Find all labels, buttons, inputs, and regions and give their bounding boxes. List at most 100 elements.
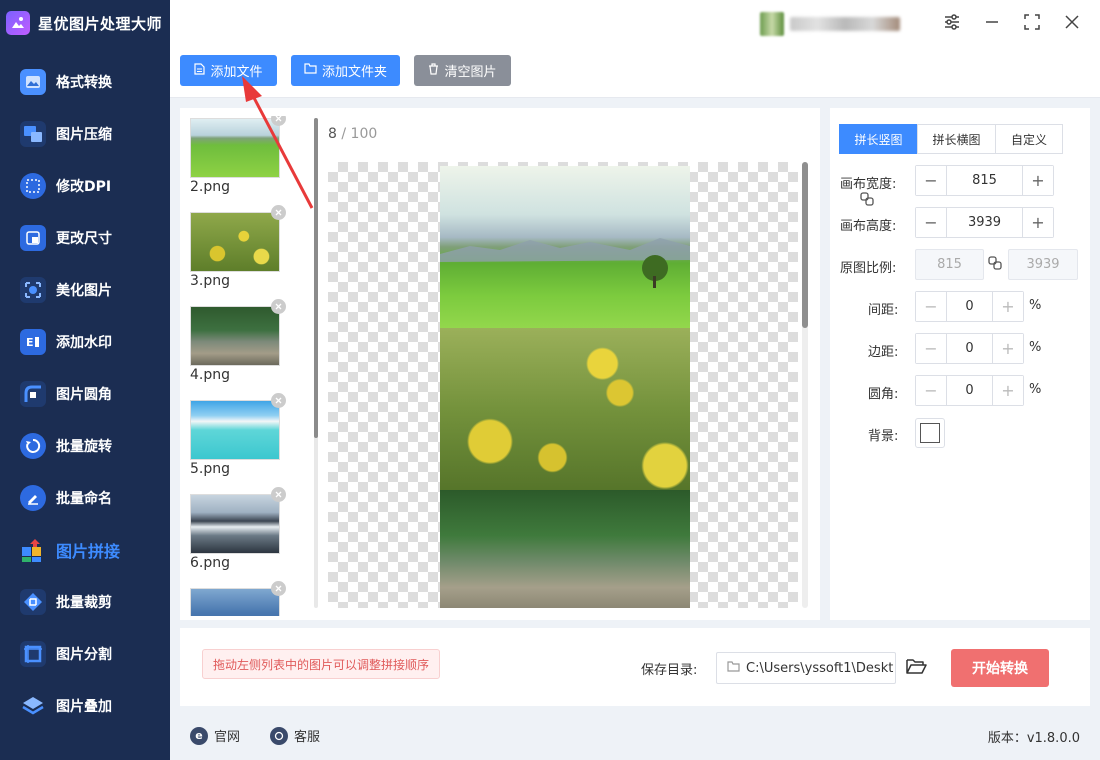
margin-input[interactable]: 0	[946, 334, 993, 363]
sidebar-item-stitch[interactable]: 图片拼接	[0, 528, 170, 572]
scrollbar-thumb[interactable]	[802, 162, 808, 328]
add-folder-button[interactable]: 添加文件夹	[291, 55, 400, 86]
canvas-height-stepper: − 3939 +	[915, 207, 1054, 238]
add-file-button[interactable]: 添加文件	[180, 55, 277, 86]
scrollbar-thumb[interactable]	[314, 118, 318, 438]
add-folder-label: 添加文件夹	[321, 65, 387, 80]
round-corner-icon	[20, 381, 46, 407]
sidebar-item-format-convert[interactable]: 格式转换	[0, 60, 170, 104]
workspace: 2.png 3.png 4.png 5.png 6.png 8 / 100	[180, 108, 820, 620]
brand: 星优图片处理大师	[6, 8, 162, 38]
sidebar-item-watermark[interactable]: E 添加水印	[0, 320, 170, 364]
reorder-hint: 拖动左侧列表中的图片可以调整拼接顺序	[202, 649, 441, 679]
sidebar-item-overlay[interactable]: 图片叠加	[0, 684, 170, 728]
clear-images-button[interactable]: 清空图片	[414, 55, 511, 86]
corner-stepper: − 0 +	[915, 375, 1024, 406]
file-icon	[194, 62, 206, 79]
settings-button[interactable]	[938, 10, 966, 38]
counter-separator: /	[336, 126, 351, 142]
remove-image-button[interactable]	[271, 487, 286, 502]
list-item[interactable]: 2.png	[190, 116, 286, 198]
image-list[interactable]: 2.png 3.png 4.png 5.png 6.png	[188, 116, 288, 616]
decrement-button[interactable]: −	[916, 334, 946, 363]
support-link[interactable]: 客服	[270, 726, 320, 745]
save-path-field[interactable]: C:\Users\yssoft1\Deskt	[716, 652, 896, 684]
minimize-button[interactable]	[978, 10, 1006, 38]
tab-custom[interactable]: 自定义	[995, 124, 1063, 154]
sidebar-item-label: 图片拼接	[56, 542, 121, 561]
user-info[interactable]	[760, 12, 900, 36]
rename-icon	[20, 485, 46, 511]
close-icon	[275, 491, 282, 498]
sidebar-item-beautify[interactable]: 美化图片	[0, 268, 170, 312]
close-button[interactable]	[1058, 10, 1086, 38]
sidebar-item-split[interactable]: 图片分割	[0, 632, 170, 676]
sidebar-item-crop[interactable]: 批量裁剪	[0, 580, 170, 624]
list-item[interactable]: 4.png	[190, 299, 286, 386]
sidebar-item-dpi[interactable]: 修改DPI	[0, 164, 170, 208]
browse-folder-button[interactable]	[904, 656, 928, 680]
sidebar-item-label: 图片分割	[56, 647, 112, 663]
margin-label: 边距:	[868, 345, 899, 360]
list-item[interactable]	[190, 581, 286, 616]
sliders-icon	[943, 13, 961, 35]
image-list-scrollbar[interactable]	[314, 118, 318, 608]
close-icon	[275, 397, 282, 404]
decrement-button[interactable]: −	[916, 208, 946, 237]
corner-input[interactable]: 0	[946, 376, 993, 405]
file-name: 6.png	[190, 555, 231, 571]
spacing-input[interactable]: 0	[946, 292, 993, 321]
increment-button[interactable]: +	[1023, 208, 1053, 237]
start-convert-button[interactable]: 开始转换	[951, 649, 1049, 687]
sidebar-item-label: 图片圆角	[56, 387, 112, 403]
maximize-button[interactable]	[1018, 10, 1046, 38]
overlay-icon	[20, 693, 46, 719]
remove-image-button[interactable]	[271, 299, 286, 314]
tab-horizontal-stitch[interactable]: 拼长横图	[917, 124, 996, 154]
link-icon[interactable]	[860, 192, 874, 210]
canvas-height-input[interactable]: 3939	[946, 208, 1023, 237]
user-name-blurred	[790, 17, 900, 31]
remove-image-button[interactable]	[271, 393, 286, 408]
thumbnail-image	[190, 306, 280, 366]
decrement-button[interactable]: −	[916, 166, 946, 195]
canvas-width-input[interactable]: 815	[946, 166, 1023, 195]
background-color-picker[interactable]	[915, 418, 945, 448]
sidebar-item-label: 更改尺寸	[56, 231, 112, 247]
link-icon[interactable]	[988, 256, 1002, 274]
title-bar	[170, 0, 1100, 48]
list-item[interactable]: 6.png	[190, 487, 286, 574]
file-name: 4.png	[190, 367, 231, 383]
decrement-button[interactable]: −	[916, 292, 946, 321]
sidebar-item-round-corner[interactable]: 图片圆角	[0, 372, 170, 416]
increment-button[interactable]: +	[993, 376, 1023, 405]
website-link[interactable]: e 官网	[190, 726, 240, 745]
app-title: 星优图片处理大师	[38, 14, 163, 33]
resize-icon	[20, 225, 46, 251]
remove-image-button[interactable]	[271, 581, 286, 596]
sidebar-item-label: 格式转换	[56, 75, 112, 91]
increment-button[interactable]: +	[1023, 166, 1053, 195]
preview-scrollbar[interactable]	[802, 162, 808, 608]
stitch-icon	[20, 537, 46, 563]
current-count: 8	[328, 126, 337, 142]
file-name: 2.png	[190, 179, 231, 195]
stitched-image-meadow	[440, 166, 690, 328]
decrement-button[interactable]: −	[916, 376, 946, 405]
increment-button[interactable]: +	[993, 292, 1023, 321]
sidebar-item-rotate[interactable]: 批量旋转	[0, 424, 170, 468]
ratio-label: 原图比例:	[840, 261, 897, 276]
sidebar-item-rename[interactable]: 批量命名	[0, 476, 170, 520]
list-item[interactable]: 3.png	[190, 205, 286, 292]
spacing-stepper: − 0 +	[915, 291, 1024, 322]
spacing-label: 间距:	[868, 303, 899, 318]
tab-vertical-stitch[interactable]: 拼长竖图	[839, 124, 918, 154]
ratio-height-field: 3939	[1008, 249, 1078, 280]
file-name: 3.png	[190, 273, 231, 289]
increment-button[interactable]: +	[993, 334, 1023, 363]
sidebar-item-resize[interactable]: 更改尺寸	[0, 216, 170, 260]
list-item[interactable]: 5.png	[190, 393, 286, 480]
remove-image-button[interactable]	[271, 205, 286, 220]
remove-image-button[interactable]	[271, 116, 286, 126]
sidebar-item-compress[interactable]: 图片压缩	[0, 112, 170, 156]
